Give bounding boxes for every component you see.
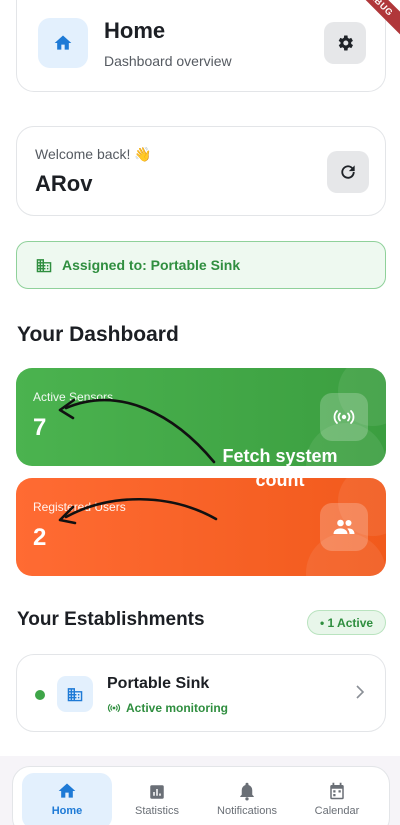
nav-item-statistics[interactable]: Statistics <box>112 773 202 825</box>
dashboard-title: Your Dashboard <box>17 323 179 346</box>
building-icon <box>36 259 52 273</box>
establishment-name: Portable Sink <box>107 675 210 692</box>
stat-value: 7 <box>33 414 47 441</box>
debug-banner: DEBUG <box>360 0 400 40</box>
stat-label: Registered Users <box>33 500 126 514</box>
home-icon <box>38 18 88 68</box>
nav-label: Home <box>51 805 83 817</box>
refresh-button[interactable] <box>327 151 369 193</box>
establishment-item[interactable]: Portable Sink Active monitoring <box>16 654 386 732</box>
assigned-text: Assigned to: Portable Sink <box>62 257 241 273</box>
establishments-title: Your Establishments <box>17 609 205 630</box>
bottom-navigation: Home Statistics Notifications Calendar <box>12 766 390 825</box>
sensor-signal-icon <box>320 393 368 441</box>
users-icon <box>320 503 368 551</box>
active-count-badge: • 1 Active <box>307 610 386 635</box>
welcome-label: Welcome back! 👋 <box>35 146 152 162</box>
page-title: Home <box>104 18 166 43</box>
nav-label: Notifications <box>217 805 277 817</box>
status-dot <box>35 690 45 700</box>
gear-icon <box>338 35 353 51</box>
home-icon <box>22 773 112 801</box>
stat-label: Active Sensors <box>33 390 114 404</box>
calendar-icon <box>292 773 382 801</box>
stat-value: 2 <box>33 524 47 551</box>
status-text: Active monitoring <box>126 701 229 715</box>
nav-label: Statistics <box>134 805 179 817</box>
nav-item-notifications[interactable]: Notifications <box>202 773 292 825</box>
nav-item-calendar[interactable]: Calendar <box>292 773 382 825</box>
establishment-status: Active monitoring <box>107 701 228 715</box>
assigned-chip: Assigned to: Portable Sink <box>16 241 386 289</box>
welcome-card: Welcome back! 👋 ARov <box>16 126 386 216</box>
bell-icon <box>202 773 292 801</box>
page-subtitle: Dashboard overview <box>104 53 232 69</box>
annotation-label: Fetch system count <box>222 446 338 490</box>
nav-label: Calendar <box>314 805 360 817</box>
chevron-right-icon <box>356 685 365 699</box>
building-icon <box>57 676 93 712</box>
registered-users-card[interactable]: Registered Users 2 <box>16 478 386 576</box>
nav-item-home[interactable]: Home <box>22 773 112 825</box>
refresh-icon <box>341 165 355 179</box>
user-name: ARov <box>35 171 93 196</box>
header-card: Home Dashboard overview <box>16 0 386 92</box>
chart-icon <box>112 773 202 801</box>
signal-icon <box>107 703 121 713</box>
